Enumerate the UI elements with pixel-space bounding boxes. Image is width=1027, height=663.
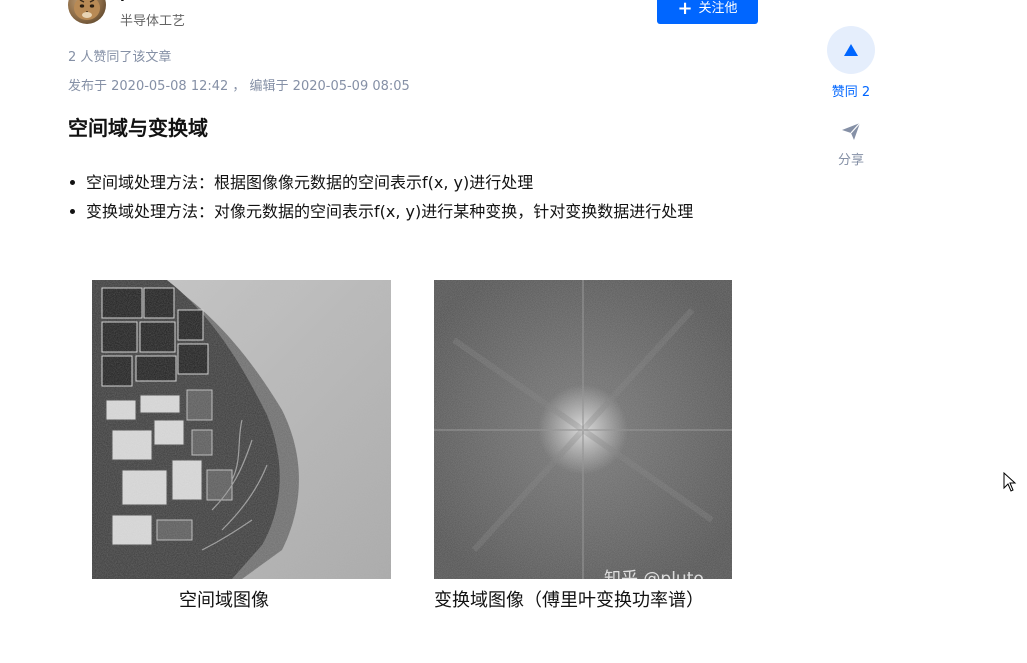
follow-button-label: 关注他: [698, 1, 738, 16]
caption-frequency: 变换域图像（傅里叶变换功率谱）: [434, 590, 704, 611]
section-heading: 空间域与变换域: [68, 116, 208, 140]
upvote-button[interactable]: [827, 26, 875, 74]
bullet-list: 空间域处理方法：根据图像像元数据的空间表示f(x, y)进行处理 变换域处理方法…: [68, 168, 758, 226]
publish-edit-dates: 发布于 2020-05-08 12:42 ， 编辑于 2020-05-09 08…: [68, 79, 410, 94]
author-avatar[interactable]: [68, 0, 106, 24]
spatial-domain-image[interactable]: [92, 280, 391, 579]
upvote-triangle-icon: [844, 44, 858, 56]
frequency-domain-image[interactable]: [434, 280, 732, 579]
share-paper-plane-icon[interactable]: [841, 121, 861, 141]
bullet-item-spatial: 空间域处理方法：根据图像像元数据的空间表示f(x, y)进行处理: [68, 168, 758, 197]
caption-spatial: 空间域图像: [179, 590, 269, 611]
share-label[interactable]: 分享: [823, 149, 879, 168]
mouse-cursor-icon: [1003, 472, 1017, 492]
likes-summary[interactable]: 2 人赞同了该文章: [68, 46, 171, 65]
plus-icon: +: [677, 0, 693, 19]
author-row: pluto 半导体工艺 + 关注他: [68, 0, 758, 29]
author-name[interactable]: pluto: [120, 0, 161, 2]
author-bio: 半导体工艺: [120, 14, 186, 29]
bullet-item-transform: 变换域处理方法：对像元数据的空间表示f(x, y)进行某种变换，针对变换数据进行…: [68, 197, 758, 226]
follow-button[interactable]: + 关注他: [657, 0, 758, 24]
upvote-count-label[interactable]: 赞同 2: [823, 81, 879, 100]
